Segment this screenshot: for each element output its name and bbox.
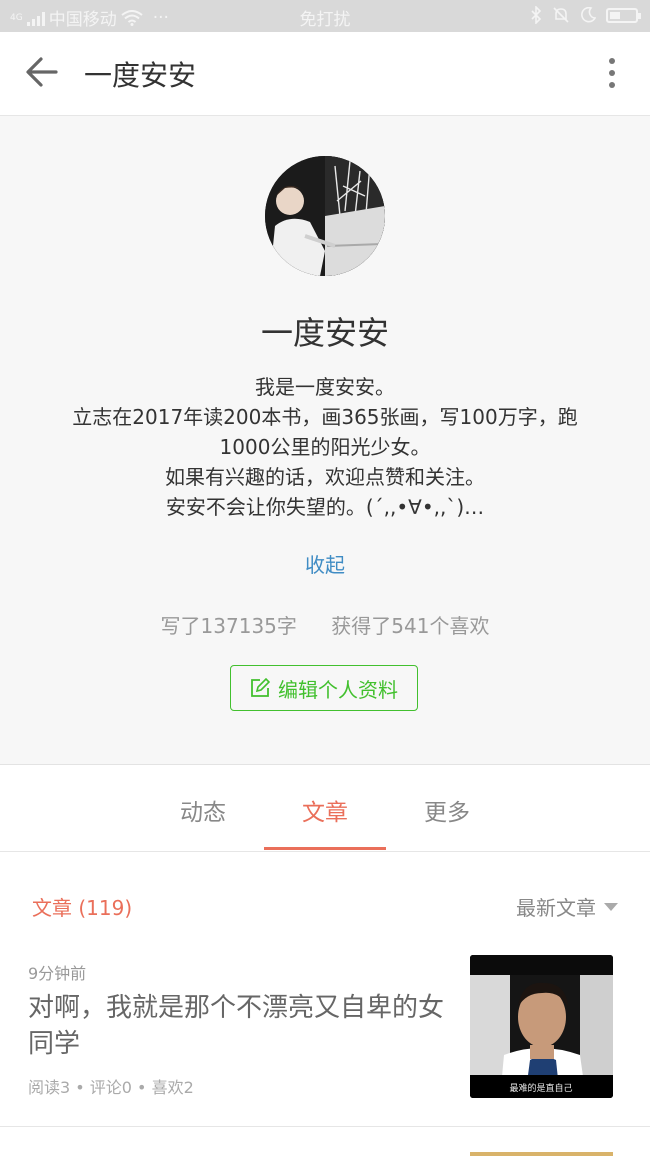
battery-icon <box>606 7 641 23</box>
bio-line: 如果有兴趣的话，欢迎点赞和关注。 <box>165 465 485 489</box>
edit-icon <box>251 678 270 697</box>
bio-line: 立志在2017年读200本书，画365张画，写100万字，跑1000公里的阳光少… <box>72 405 578 459</box>
article-thumbnail[interactable]: 最难的是直自己 <box>470 955 613 1098</box>
article-meta: 阅读3 • 评论0 • 喜欢2 <box>28 1078 194 1097</box>
list-item[interactable]: 9分钟前 对啊，我就是那个不漂亮又自卑的女同学 阅读3 • 评论0 • 喜欢2 … <box>0 942 650 1127</box>
edit-profile-button[interactable]: 编辑个人资料 <box>230 665 418 711</box>
profile-bio: 我是一度安安。 立志在2017年读200本书，画365张画，写100万字，跑10… <box>50 372 600 522</box>
page-title: 一度安安 <box>84 59 197 92</box>
tab-bar: 动态 文章 更多 <box>0 765 650 852</box>
active-tab-indicator <box>264 847 386 850</box>
bio-line: 安安不会让你失望的。(´,,•∀•,,`)… <box>165 495 485 519</box>
collapse-link[interactable]: 收起 <box>0 549 650 578</box>
likes-received: 获得了541个喜欢 <box>331 614 490 638</box>
sort-dropdown[interactable]: 最新文章 <box>516 892 618 921</box>
words-written: 写了137135字 <box>160 614 297 638</box>
top-app-bar: 一度安安 <box>0 32 650 116</box>
moon-icon <box>581 7 596 23</box>
more-vertical-icon[interactable] <box>604 58 620 92</box>
article-title[interactable]: 对啊，我就是那个不漂亮又自卑的女同学 <box>28 990 448 1062</box>
mute-bell-icon <box>553 7 569 23</box>
tab-activity[interactable]: 动态 <box>142 793 264 827</box>
tab-articles[interactable]: 文章 <box>264 793 386 827</box>
article-count: 文章 (119) <box>32 896 133 920</box>
thumbnail-caption: 最难的是直自己 <box>509 1082 572 1094</box>
sort-label: 最新文章 <box>516 896 596 920</box>
edit-profile-label: 编辑个人资料 <box>278 677 398 702</box>
arrow-left-icon[interactable] <box>24 54 60 90</box>
bio-line: 我是一度安安。 <box>255 375 395 399</box>
profile-section: 一度安安 我是一度安安。 立志在2017年读200本书，画365张画，写100万… <box>0 116 650 765</box>
tab-more[interactable]: 更多 <box>386 793 508 827</box>
article-list-header: 文章 (119) 最新文章 <box>0 852 650 942</box>
bluetooth-icon <box>531 6 542 24</box>
article-time: 9分钟前 <box>28 964 87 983</box>
status-bar: 4G 中国移动 ··· 免打扰 <box>0 0 650 32</box>
profile-name: 一度安安 <box>260 314 389 352</box>
profile-stats: 写了137135字 获得了541个喜欢 <box>0 610 650 639</box>
status-right <box>530 6 641 24</box>
chevron-down-icon <box>604 902 618 911</box>
avatar[interactable] <box>265 156 385 276</box>
next-article-thumbnail[interactable] <box>470 1152 613 1156</box>
